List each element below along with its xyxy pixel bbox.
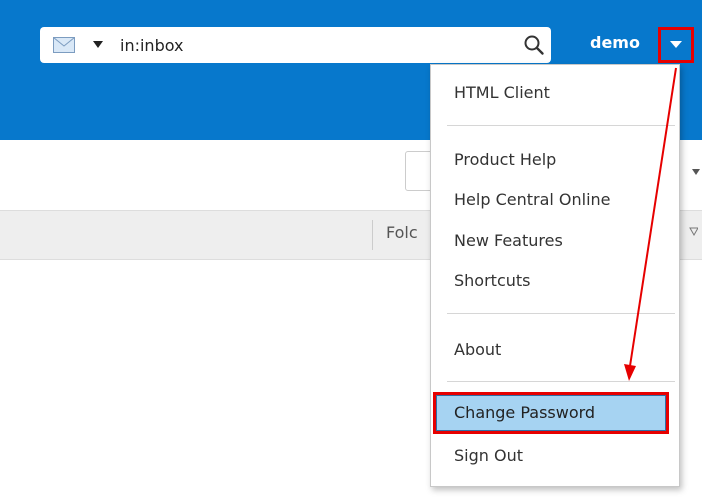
menu-divider xyxy=(447,381,675,382)
menu-item-change-password[interactable]: Change Password xyxy=(433,392,669,434)
caret-down-icon[interactable] xyxy=(682,163,700,181)
search-input[interactable] xyxy=(120,33,500,57)
search-box[interactable] xyxy=(40,27,551,63)
search-icon[interactable] xyxy=(523,34,545,56)
user-dropdown-menu: HTML Client Product Help Help Central On… xyxy=(430,64,680,487)
menu-item-about[interactable]: About xyxy=(454,340,501,359)
envelope-icon[interactable] xyxy=(53,37,75,53)
menu-item-sign-out[interactable]: Sign Out xyxy=(454,446,523,465)
chevron-down-icon xyxy=(670,41,682,48)
menu-item-help-central-online[interactable]: Help Central Online xyxy=(454,190,611,209)
sort-icon[interactable] xyxy=(684,226,698,238)
menu-divider xyxy=(447,125,675,126)
menu-item-new-features[interactable]: New Features xyxy=(454,231,563,250)
menu-item-html-client[interactable]: HTML Client xyxy=(454,83,550,102)
caret-down-icon[interactable] xyxy=(93,41,103,49)
menu-item-product-help[interactable]: Product Help xyxy=(454,150,556,169)
user-name[interactable]: demo xyxy=(590,33,640,52)
menu-item-shortcuts[interactable]: Shortcuts xyxy=(454,271,530,290)
column-header-folder[interactable]: Folc xyxy=(386,223,418,242)
menu-item-label: Change Password xyxy=(454,403,596,422)
column-divider xyxy=(372,220,373,250)
user-menu-toggle[interactable] xyxy=(658,27,694,63)
menu-divider xyxy=(447,313,675,314)
